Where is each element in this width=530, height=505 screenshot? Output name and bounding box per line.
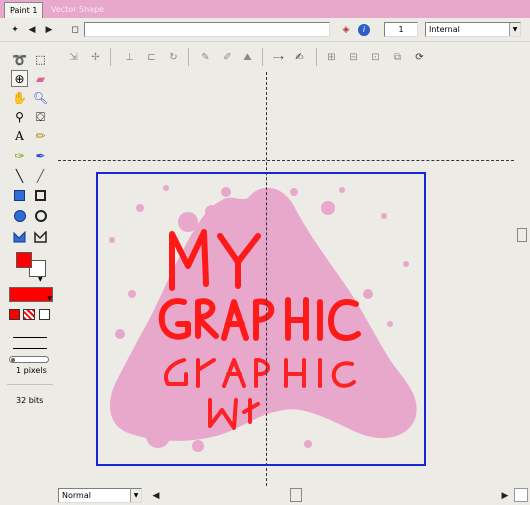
move-first-icon[interactable]: ✦ [7,22,23,38]
eraser-icon[interactable]: ▰ [32,70,49,87]
scroll-left-icon[interactable]: ◀ [148,488,164,504]
distribute-1-icon[interactable]: ⊞ [324,50,339,65]
rectangle-filled-icon[interactable] [11,187,28,204]
pen-icon[interactable]: ✒ [32,147,49,164]
marquee-icon[interactable]: ⬚ [32,51,49,68]
brush-size-label: 1 pixels [16,366,47,375]
eyedropper-icon[interactable]: ⚲ [11,108,28,125]
mode-select[interactable]: Internal ▼ [425,22,521,37]
scroll-thumb[interactable] [517,228,527,242]
transform-scale-icon[interactable]: ⇲ [66,50,81,65]
artwork [109,185,417,452]
polygon-icon[interactable] [32,228,49,245]
info-icon[interactable]: i [356,22,372,38]
stroke-style-medium[interactable] [13,348,47,349]
chevron-down-icon: ▼ [509,23,520,36]
status-bar: Normal ▼ ◀ ▶ [0,486,530,505]
secondary-toolbar: ⇲ ✢ ⊥ ⊏ ↻ ✎ ✐ ⛰ ⤏ ✍ ⊞ ⊟ ⊡ ⧉ ⟳ [0,42,530,72]
pen-tool-icon[interactable]: ✎ [198,50,213,65]
vertical-scrollbar[interactable] [514,72,530,486]
primary-color-swatch[interactable] [16,252,32,268]
scroll-right-icon[interactable]: ▶ [497,488,513,504]
freeform-icon[interactable]: ✍ [292,50,307,65]
align-bottom-icon[interactable]: ⊏ [144,50,159,65]
document-canvas[interactable] [96,172,426,466]
ellipse-filled-icon[interactable] [11,207,28,224]
mode-select-value: Internal [429,25,460,34]
text-icon[interactable]: A [11,127,28,144]
chevron-down-icon: ▼ [130,489,141,502]
divider [316,48,317,66]
chevron-down-icon: ▼ [47,295,52,302]
fill-solid-icon[interactable] [9,309,20,320]
pencil-icon[interactable]: ✏ [32,127,49,144]
distribute-2-icon[interactable]: ⊟ [346,50,361,65]
divider [7,384,53,385]
bit-depth-label: 32 bits [16,396,44,405]
bezier-icon[interactable]: ╱ [32,167,49,184]
line-icon[interactable]: ╲ [11,167,28,184]
tab-paint-1[interactable]: Paint 1 [4,2,44,18]
zoom-icon[interactable]: 🔍︎ [32,89,49,106]
rectangle-icon[interactable] [32,187,49,204]
horizontal-guide[interactable] [58,160,514,161]
horizontal-scroll-thumb[interactable] [290,488,302,502]
edit-path-icon[interactable]: ✐ [220,50,235,65]
paint-bucket-icon[interactable]: ⛋ [32,108,49,125]
divider [188,48,189,66]
hand-icon[interactable]: ✋ [11,89,28,106]
number-field[interactable]: 1 [384,22,418,37]
lasso-icon[interactable]: ➰ [11,51,28,68]
chevron-down-icon[interactable]: ▼ [38,276,43,283]
next-frame-icon[interactable]: ▶ [41,22,57,38]
rotate-icon[interactable]: ↻ [166,50,181,65]
distribute-3-icon[interactable]: ⊡ [368,50,383,65]
resize-grip-icon[interactable] [514,488,528,502]
knife-icon[interactable]: ⤏ [271,50,286,65]
fill-color-dropdown[interactable]: ▼ [9,287,53,302]
blend-mode-select[interactable]: Normal ▼ [58,488,142,503]
blend-mode-value: Normal [62,491,91,500]
registration-icon[interactable]: ⊕ [11,70,28,87]
vertical-guide[interactable] [266,72,267,486]
fill-none-icon[interactable] [39,309,50,320]
polygon-filled-icon[interactable] [11,228,28,245]
mountain-icon[interactable]: ⛰ [240,50,255,65]
divider [110,48,111,66]
transform-distort-icon[interactable]: ✢ [88,50,103,65]
fill-pattern-icon[interactable] [23,309,35,320]
tab-strip: Paint 1 Vector Shape [0,0,530,18]
prev-frame-icon[interactable]: ◀ [24,22,40,38]
brush-icon[interactable]: ✑ [11,147,28,164]
frame-name-field[interactable] [84,22,330,37]
ellipse-icon[interactable] [32,207,49,224]
brush-size-slider[interactable] [9,356,49,363]
divider [262,48,263,66]
top-toolbar: ✦ ◀ ▶ ◻ ◈ i 1 Internal ▼ [0,18,530,42]
tag-icon[interactable]: ◈ [338,22,354,38]
stroke-style-thin[interactable] [13,337,47,338]
align-left-icon[interactable]: ⊥ [122,50,137,65]
group-icon[interactable]: ⧉ [390,50,405,65]
tab-vector-shape[interactable]: Vector Shape [46,2,109,18]
frame-box-icon[interactable]: ◻ [67,22,83,38]
refresh-icon[interactable]: ⟳ [412,50,427,65]
